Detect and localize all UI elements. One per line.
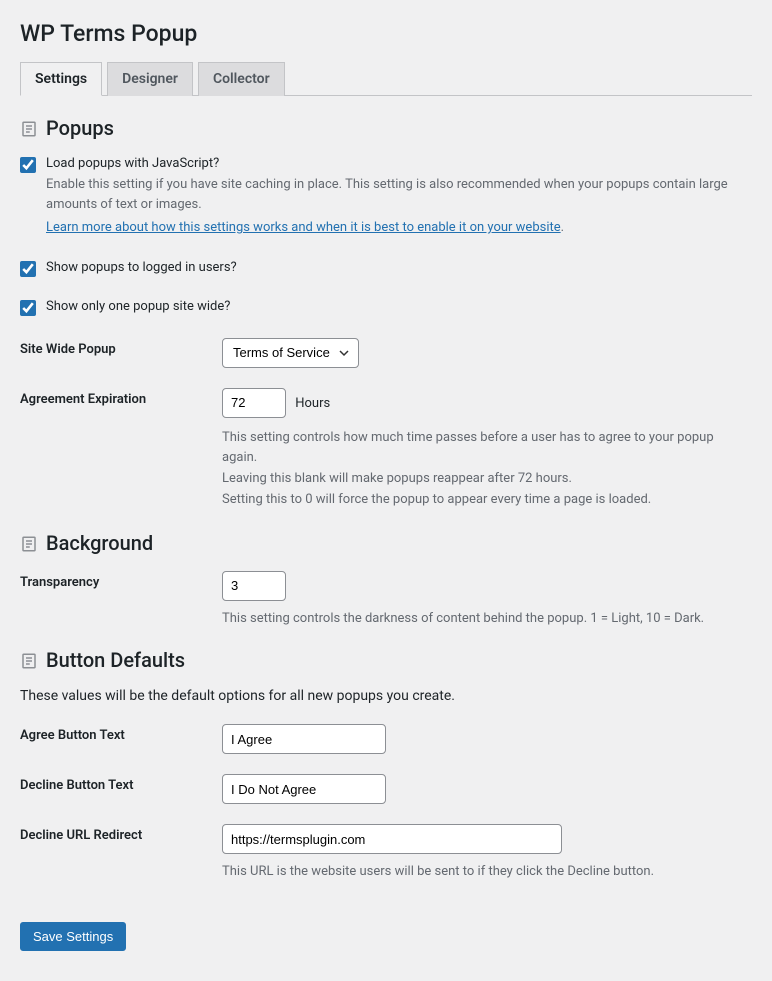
decline-button-text-label: Decline Button Text bbox=[20, 774, 222, 793]
transparency-help: This setting controls the darkness of co… bbox=[222, 609, 752, 629]
save-settings-button[interactable]: Save Settings bbox=[20, 922, 126, 951]
show-one-label: Show only one popup site wide? bbox=[46, 299, 752, 314]
section-background-title: Background bbox=[46, 531, 153, 555]
show-one-checkbox[interactable] bbox=[20, 300, 36, 316]
site-wide-popup-label: Site Wide Popup bbox=[20, 338, 222, 357]
show-logged-in-label: Show popups to logged in users? bbox=[46, 260, 752, 275]
section-popups-heading: Popups bbox=[20, 116, 752, 140]
document-icon bbox=[20, 534, 38, 552]
site-wide-popup-select[interactable]: Terms of Service bbox=[222, 338, 359, 368]
expiration-help-3: Setting this to 0 will force the popup t… bbox=[222, 490, 752, 511]
tab-settings[interactable]: Settings bbox=[20, 62, 102, 96]
show-logged-in-checkbox[interactable] bbox=[20, 261, 36, 277]
load-js-label: Load popups with JavaScript? bbox=[46, 156, 752, 171]
load-js-checkbox[interactable] bbox=[20, 157, 36, 173]
agree-button-text-label: Agree Button Text bbox=[20, 724, 222, 743]
section-button-defaults-heading: Button Defaults bbox=[20, 648, 752, 672]
learn-more-link[interactable]: Learn more about how this settings works… bbox=[46, 220, 561, 235]
document-icon bbox=[20, 119, 38, 137]
hours-unit-label: Hours bbox=[295, 396, 330, 411]
section-button-defaults-title: Button Defaults bbox=[46, 648, 185, 672]
agreement-expiration-input[interactable] bbox=[222, 388, 286, 418]
decline-url-input[interactable] bbox=[222, 824, 562, 854]
section-background-heading: Background bbox=[20, 531, 752, 555]
expiration-help-1: This setting controls how much time pass… bbox=[222, 428, 752, 470]
load-js-description: Enable this setting if you have site cac… bbox=[46, 175, 752, 214]
transparency-input[interactable] bbox=[222, 571, 286, 601]
agreement-expiration-label: Agreement Expiration bbox=[20, 388, 222, 407]
nav-tabs: Settings Designer Collector bbox=[20, 62, 752, 96]
decline-url-label: Decline URL Redirect bbox=[20, 824, 222, 843]
expiration-help-2: Leaving this blank will make popups reap… bbox=[222, 469, 752, 490]
tab-collector[interactable]: Collector bbox=[198, 62, 285, 96]
button-defaults-intro: These values will be the default options… bbox=[20, 688, 752, 704]
tab-designer[interactable]: Designer bbox=[107, 62, 193, 96]
link-suffix: . bbox=[561, 220, 564, 235]
document-icon bbox=[20, 651, 38, 669]
section-popups-title: Popups bbox=[46, 116, 114, 140]
page-title: WP Terms Popup bbox=[20, 20, 752, 47]
decline-button-text-input[interactable] bbox=[222, 774, 386, 804]
decline-url-help: This URL is the website users will be se… bbox=[222, 862, 752, 882]
agree-button-text-input[interactable] bbox=[222, 724, 386, 754]
transparency-label: Transparency bbox=[20, 571, 222, 590]
